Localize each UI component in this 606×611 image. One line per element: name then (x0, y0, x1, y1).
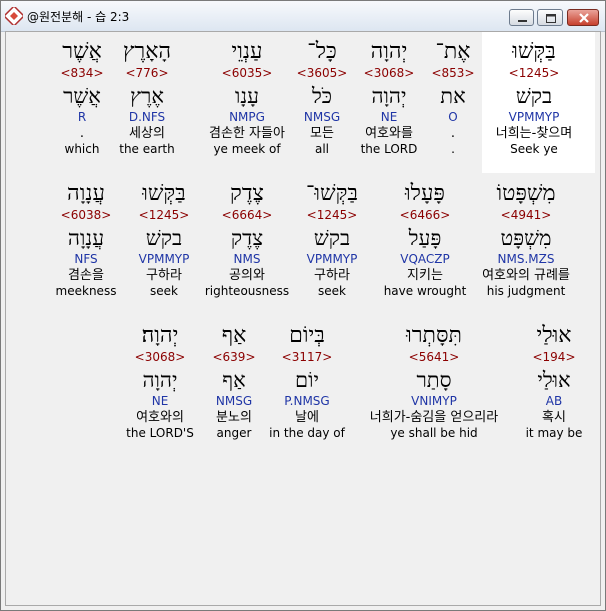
korean-gloss: 너희가-숨김을 얻으리라 (369, 410, 499, 425)
word-card[interactable]: מִשְׁפָּטוֹ <4941> מִשְׁפָּט NMS.MZS 여호와의 규례… (468, 180, 584, 299)
hebrew-lemma: יְהוָה (142, 368, 178, 392)
strong-number[interactable]: <5641> (349, 350, 519, 364)
word-card[interactable]: עֲנָוָה <6038> עֲנָוָה NFS 겸손을 meekness (28, 180, 144, 299)
strong-number[interactable]: <3068> (102, 350, 218, 364)
app-window: @원전분해 - 습 2:3 בַּקְּשׁוּ <1245> בקשׁ VPMMYP… (0, 0, 606, 611)
word-card[interactable]: יְהוָה׃ <3068> יְהוָה NE 여호와의 the LORD'S (102, 322, 218, 441)
strong-number[interactable]: <6035> (189, 66, 305, 80)
korean-gloss: 여호와의 규례를 (482, 268, 570, 283)
parsing-code: NMS.MZS (497, 252, 555, 266)
title-bar[interactable]: @원전분해 - 습 2:3 (1, 1, 605, 32)
korean-gloss: 겸손을 (68, 268, 104, 283)
strong-number[interactable]: <6038> (28, 208, 144, 222)
hebrew-word: עַנְוֵי (231, 39, 263, 64)
english-gloss: the LORD'S (126, 426, 194, 440)
hebrew-lemma: עֲנָוָה (67, 226, 105, 250)
word-card[interactable]: אֲשֶׁר <834> אֲשֶׁר R. which (24, 38, 140, 157)
hebrew-word: תִּסָּתְרוּ (406, 323, 462, 348)
parsing-code: VNIMYP (411, 394, 457, 408)
strong-number[interactable]: <834> (24, 66, 140, 80)
word-card[interactable]: תִּסָּתְרוּ <5641> סָתַר VNIMYP 너희가-숨김을 얻으리라… (349, 322, 519, 441)
parsing-code: NFS (74, 252, 98, 266)
interlinear-panel: בַּקְּשׁוּ <1245> בקשׁ VPMMYP 너희는-찾으며 Seek ye… (5, 31, 601, 606)
parsing-code: NMPG (229, 110, 265, 124)
hebrew-word: עֲנָוָה (67, 181, 105, 206)
strong-number[interactable]: <4941> (468, 208, 584, 222)
parsing-code: R (77, 110, 87, 124)
korean-gloss: . (79, 126, 85, 141)
minimize-button[interactable] (509, 9, 534, 26)
parsing-code: NE (151, 394, 169, 408)
hebrew-lemma: אֲשֶׁר (63, 84, 101, 108)
korean-gloss: 여호와의 (136, 410, 184, 425)
hebrew-lemma: עָנָו (234, 84, 260, 108)
app-window-icon (3, 5, 25, 27)
hebrew-word: יְהוָה׃ (141, 323, 179, 348)
close-button[interactable] (567, 9, 599, 26)
hebrew-lemma: סָתַר (416, 368, 452, 392)
korean-gloss: 겸손한 자들아 (209, 126, 285, 141)
maximize-button[interactable] (537, 9, 563, 26)
english-gloss: which (64, 142, 100, 156)
english-gloss: his judgment (486, 284, 566, 298)
word-card[interactable]: עַנְוֵי <6035> עָנָו NMPG 겸손한 자들아 ye meek of (189, 38, 305, 157)
hebrew-lemma: מִשְׁפָּט (500, 226, 552, 250)
window-title: @원전분해 - 습 2:3 (27, 10, 130, 24)
hebrew-word: אֲשֶׁר (62, 39, 102, 64)
hebrew-word: מִשְׁפָּטוֹ (496, 181, 556, 206)
english-gloss: ye meek of (213, 142, 281, 156)
english-gloss: ye shall be hid (390, 426, 478, 440)
english-gloss: meekness (55, 284, 117, 298)
